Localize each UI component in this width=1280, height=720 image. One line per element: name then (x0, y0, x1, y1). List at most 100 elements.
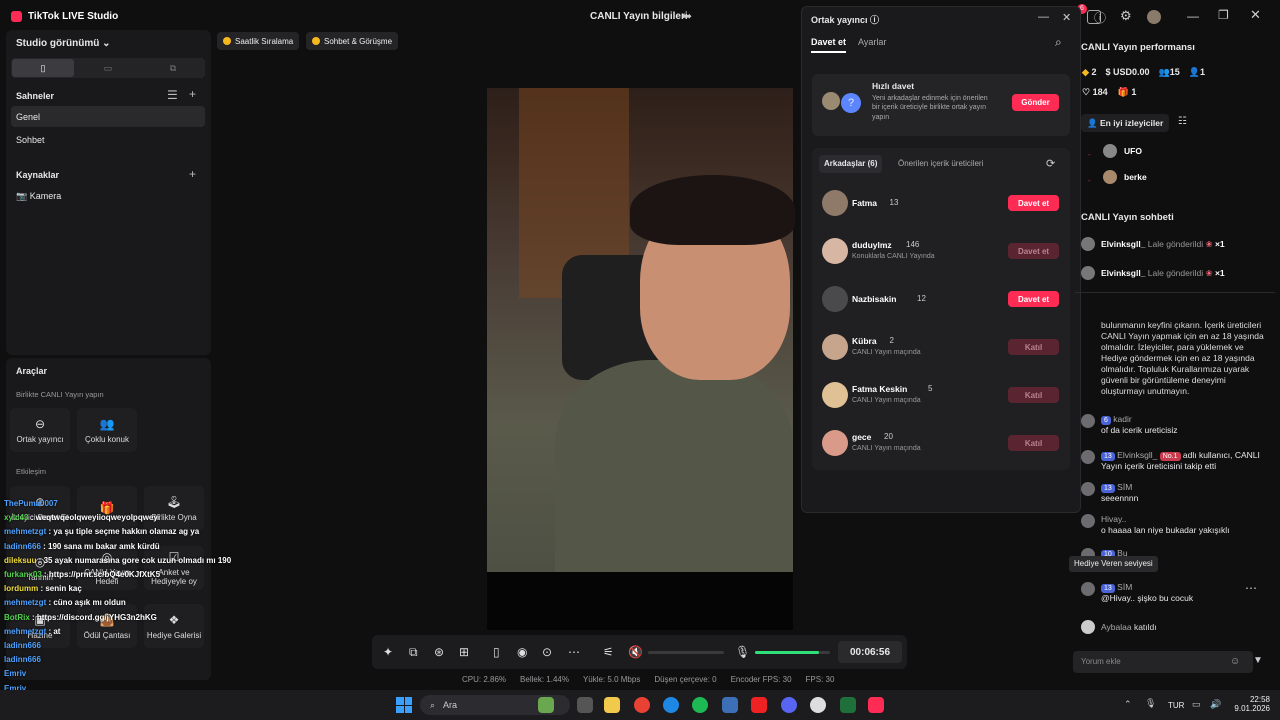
live-info-title[interactable]: CANLI Yayın bilgileri (590, 11, 688, 22)
beauty-icon[interactable]: ⊛ (434, 645, 444, 659)
friend-name[interactable]: gece (852, 432, 871, 442)
profile-avatar[interactable] (1147, 10, 1161, 24)
edge-icon[interactable] (663, 697, 679, 713)
filter-icon[interactable]: ▼ (1253, 655, 1263, 666)
obs-icon[interactable] (810, 697, 826, 713)
invite-button[interactable]: Davet et (1008, 195, 1059, 211)
opera-gx-icon[interactable] (751, 697, 767, 713)
friend-avatar[interactable] (822, 382, 848, 408)
invite-button[interactable]: Davet et (1008, 291, 1059, 307)
search-icon[interactable]: ⌕ (1055, 35, 1062, 50)
list-icon[interactable]: ☰ (167, 88, 178, 102)
magic-wand-icon[interactable]: ✦ (383, 645, 393, 659)
speaker-volume-slider[interactable] (648, 651, 724, 654)
add-scene-icon[interactable]: + (189, 87, 196, 101)
invite-viewer-tool-button[interactable]: ⊕ İzleyici Davet Et (10, 486, 70, 530)
tab-invite[interactable]: Davet et (811, 37, 847, 53)
tab-settings[interactable]: Ayarlar (858, 37, 886, 47)
friend-avatar[interactable] (822, 430, 848, 456)
chat-username[interactable]: SİM (1117, 582, 1132, 592)
tab-friends[interactable]: Arkadaşlar (6) (819, 155, 883, 173)
hourly-ranking-chip[interactable]: Saatlik Sıralama (217, 32, 300, 50)
add-source-icon[interactable]: + (189, 167, 196, 181)
friend-avatar[interactable] (822, 238, 848, 264)
gift-sender[interactable]: Elvinksgll_ (1101, 268, 1145, 278)
task-view-icon[interactable] (577, 697, 593, 713)
top-viewer-name[interactable]: UFO (1124, 146, 1142, 156)
play-together-tool-button[interactable]: 🕹 Birlikte Oyna (144, 486, 204, 530)
cohost-tool-button[interactable]: ⊖ Ortak yayıncı (10, 408, 70, 452)
dual-layout-button[interactable]: ⧉ (142, 59, 204, 77)
chevron-up-icon[interactable]: ⌃ (1124, 699, 1132, 710)
portrait-layout-button[interactable]: ▯ (12, 59, 74, 77)
mic-tray-icon[interactable]: 🎙 (1145, 698, 1156, 709)
multi-guest-tool-button[interactable]: 👥 Çoklu konuk (77, 408, 137, 452)
more-options-icon[interactable]: ⋯ (1245, 581, 1257, 595)
friend-avatar[interactable] (822, 286, 848, 312)
maximize-icon[interactable]: ❐ (1218, 8, 1229, 22)
gift-sender[interactable]: Elvinksgll_ (1101, 239, 1145, 249)
live-goal-tool-button[interactable]: ◎ CANLI Yayın Hedefi (77, 546, 137, 590)
friend-avatar[interactable] (822, 334, 848, 360)
invite-button[interactable]: Katıl (1008, 435, 1059, 451)
tab-suggested[interactable]: Önerilen içerik üreticileri (898, 159, 983, 168)
chrome-icon[interactable] (634, 697, 650, 713)
more-icon[interactable]: ⋯ (568, 645, 580, 659)
tiktok-live-taskbar-icon[interactable] (868, 697, 884, 713)
minimize-icon[interactable]: — (1187, 9, 1199, 23)
network-icon[interactable]: ▭ (1192, 699, 1201, 710)
speaker-muted-icon[interactable]: 🔇 (628, 645, 643, 659)
app-icon[interactable] (840, 697, 856, 713)
chat-username[interactable]: SİM (1117, 482, 1132, 492)
friend-name[interactable]: Nazbisakin (852, 294, 896, 304)
clock[interactable]: 22:58 9.01.2026 (1230, 695, 1270, 713)
source-item-camera[interactable]: 📷 Kamera (16, 191, 61, 202)
studio-view-dropdown[interactable]: Studio görünümü ⌄ (16, 38, 111, 49)
settings-icon[interactable]: ⚙ (1120, 8, 1132, 24)
landscape-layout-button[interactable]: ▭ (77, 59, 139, 77)
close-panel-icon[interactable]: ✕ (1062, 11, 1071, 24)
language-indicator[interactable]: TUR (1168, 701, 1184, 710)
mixer-icon[interactable]: ⚟ (603, 645, 614, 659)
poll-tool-button[interactable]: ☑ Anket ve Hediyeyle oy (144, 546, 204, 590)
info-icon[interactable]: ⓘ (870, 15, 879, 25)
phone-icon[interactable]: ▯ (493, 645, 500, 659)
friend-name[interactable]: Fatma Keskin (852, 384, 907, 394)
invite-button[interactable]: Davet et (1008, 243, 1059, 259)
emoji-icon[interactable]: ☺ (1230, 656, 1240, 667)
help-icon[interactable]: ⓘ (1094, 9, 1106, 26)
microphone-icon[interactable]: 🎙 (735, 645, 750, 659)
friend-name[interactable]: Fatma (852, 198, 877, 208)
chat-meeting-chip[interactable]: Sohbet & Görüşme (306, 32, 399, 50)
steam-icon[interactable] (722, 697, 738, 713)
windows-start-icon[interactable] (396, 697, 412, 713)
camera-switch-icon[interactable]: ⊙ (542, 645, 552, 659)
spotify-icon[interactable] (692, 697, 708, 713)
volume-icon[interactable]: 🔊 (1210, 699, 1221, 710)
scene-item-sohbet[interactable]: Sohbet (16, 135, 45, 145)
comment-input[interactable]: Yorum ekle (1073, 651, 1253, 673)
friend-name[interactable]: duduylmz (852, 240, 892, 250)
tab-top-viewers[interactable]: 👤 En iyi izleyiciler (1081, 114, 1170, 132)
top-viewer-name[interactable]: berke (1124, 172, 1147, 182)
gift-tool-button[interactable]: 🎁 (77, 486, 137, 530)
list-view-icon[interactable]: ☷ (1178, 116, 1187, 127)
close-window-icon[interactable]: ✕ (1250, 7, 1261, 23)
share-icon[interactable]: ➦ (682, 9, 692, 23)
joined-user[interactable]: Aybalaa (1101, 622, 1132, 632)
gift-gallery-tool-button[interactable]: ❖ Hediye Galerisi (144, 604, 204, 648)
scene-item-genel[interactable] (11, 106, 205, 127)
refresh-icon[interactable]: ⟳ (1046, 157, 1055, 170)
friend-avatar[interactable] (822, 190, 848, 216)
add-media-icon[interactable]: ⊞ (459, 645, 469, 659)
minimize-panel-icon[interactable]: — (1038, 11, 1049, 23)
chat-username[interactable]: Elvinksgll_ (1117, 450, 1157, 460)
send-button[interactable]: Gönder (1012, 94, 1059, 111)
discord-icon[interactable] (781, 697, 797, 713)
invite-button[interactable]: Katıl (1008, 339, 1059, 355)
chat-username[interactable]: kadir (1113, 414, 1131, 424)
chat-username[interactable]: Hivay.. (1101, 514, 1126, 524)
file-explorer-icon[interactable] (604, 697, 620, 713)
friend-name[interactable]: Kübra (852, 336, 877, 346)
effects-icon[interactable]: ⧉ (409, 645, 418, 660)
